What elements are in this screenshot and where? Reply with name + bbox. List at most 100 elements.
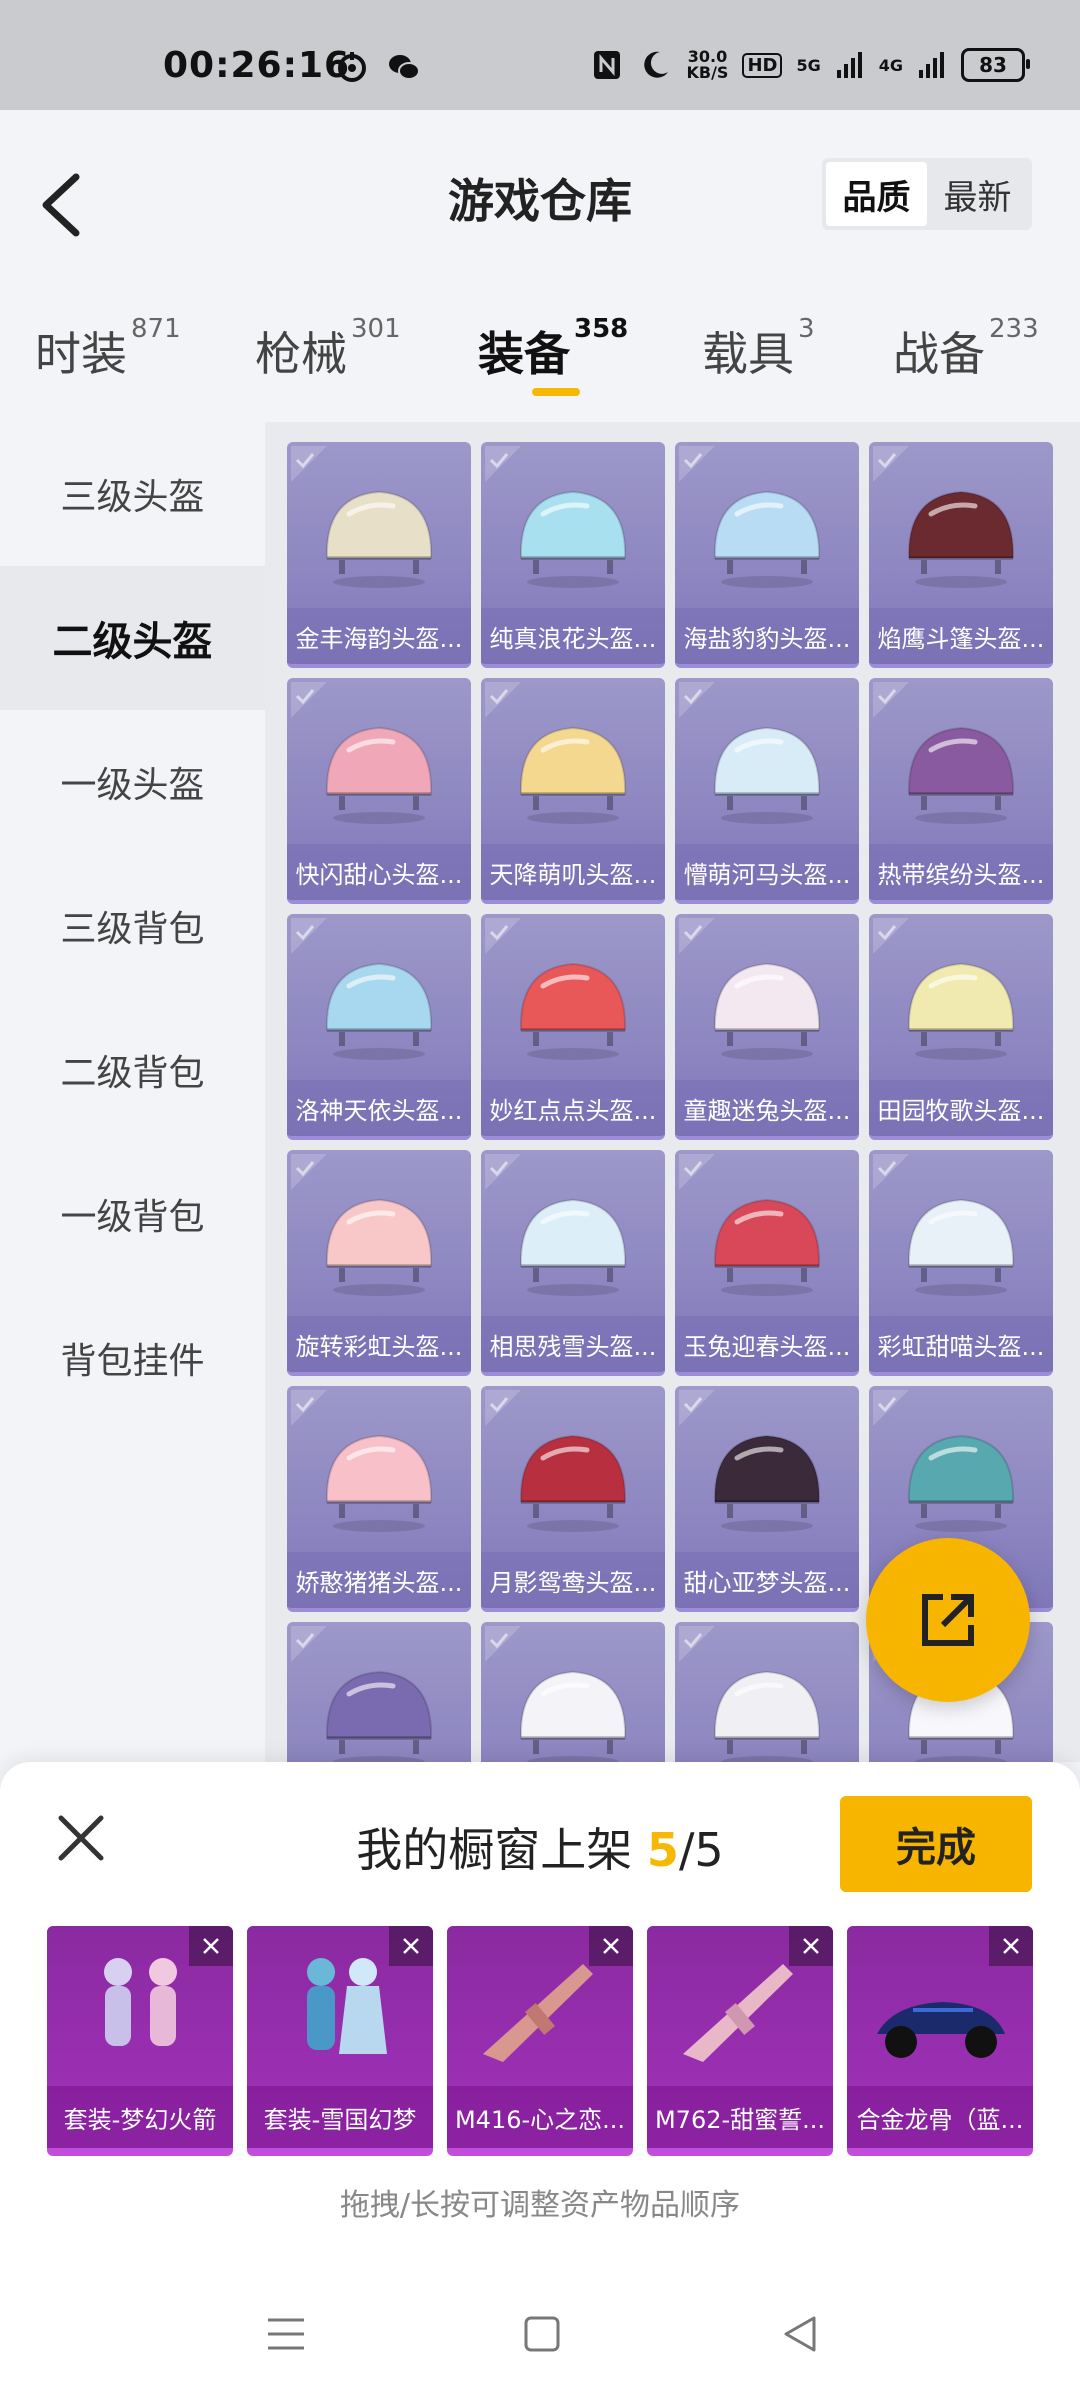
helmet-name: 纯真浪花头盔... [481, 608, 665, 664]
helmet-card[interactable]: 甜心亚梦头盔... [675, 1386, 859, 1612]
helmet-name: 妙红点点头盔... [481, 1080, 665, 1136]
remove-item-button[interactable] [389, 1926, 433, 1966]
helmet-card[interactable]: 彩虹甜喵头盔... [869, 1150, 1053, 1376]
tab-equipment[interactable]: 装备 358 [478, 314, 628, 384]
helmet-icon [325, 1198, 433, 1296]
helmet-name: 焰鹰斗篷头盔... [869, 608, 1053, 664]
helmet-card[interactable]: 海盐豹豹头盔... [675, 442, 859, 668]
showcase-total-count: /5 [678, 1823, 724, 1877]
remove-item-button[interactable] [589, 1926, 633, 1966]
helmet-card[interactable]: 田园牧歌头盔... [869, 914, 1053, 1140]
helmet-card[interactable]: 纯真浪花头盔... [481, 442, 665, 668]
share-button[interactable] [866, 1538, 1030, 1702]
showcase-item[interactable]: M762-甜蜜誓... [647, 1926, 833, 2156]
helmet-icon [519, 1434, 627, 1532]
helmet-name: 热带缤纷头盔... [869, 844, 1053, 900]
helmet-card[interactable]: 懵萌河马头盔... [675, 678, 859, 904]
helmet-icon [907, 490, 1015, 588]
page-header: 游戏仓库 品质 最新 [0, 110, 1080, 280]
reorder-hint: 拖拽/长按可调整资产物品顺序 [339, 2188, 741, 2223]
app-notification-icon [338, 52, 366, 82]
helmet-icon [519, 490, 627, 588]
showcase-item-name: 合金龙骨（蓝... [847, 2086, 1033, 2148]
helmet-card[interactable]: 童趣迷兔头盔... [675, 914, 859, 1140]
helmet-name: 天降萌叽头盔... [481, 844, 665, 900]
system-nav-bar [0, 2270, 1080, 2400]
signal-icon-2 [919, 52, 944, 78]
sidebar-item-backpack-3[interactable]: 三级背包 [0, 854, 265, 998]
helmet-icon [519, 962, 627, 1060]
network-4g-label: 4G [878, 55, 903, 75]
sidebar-item-helmet-2[interactable]: 二级头盔 [0, 566, 265, 710]
helmet-card[interactable]: 娇憨猪猪头盔... [287, 1386, 471, 1612]
helmet-icon [325, 1670, 433, 1762]
helmet-card[interactable]: 洛神天依头盔... [287, 914, 471, 1140]
showcase-item[interactable]: 合金龙骨（蓝... [847, 1926, 1033, 2156]
showcase-item[interactable]: 套装-梦幻火箭 [47, 1926, 233, 2156]
done-button[interactable]: 完成 [840, 1796, 1032, 1892]
sidebar-item-backpack-1[interactable]: 一级背包 [0, 1142, 265, 1286]
helmet-card[interactable]: 玉兔迎春头盔... [675, 1150, 859, 1376]
helmet-card[interactable]: 天降萌叽头盔... [481, 678, 665, 904]
hd-badge: HD [742, 52, 783, 78]
remove-item-button[interactable] [789, 1926, 833, 1966]
helmet-card[interactable] [287, 1622, 471, 1762]
helmet-name: 娇憨猪猪头盔... [287, 1552, 471, 1608]
showcase-item-name: 套装-雪国幻梦 [247, 2086, 433, 2148]
sidebar-item-backpack-pendant[interactable]: 背包挂件 [0, 1286, 265, 1430]
active-tab-indicator [532, 388, 580, 396]
sidebar-item-helmet-1[interactable]: 一级头盔 [0, 710, 265, 854]
helmet-icon [713, 962, 821, 1060]
helmet-icon [907, 1198, 1015, 1296]
helmet-card[interactable]: 热带缤纷头盔... [869, 678, 1053, 904]
showcase-item-name: M416-心之恋... [447, 2086, 633, 2148]
tab-vehicles[interactable]: 载具 3 [702, 314, 815, 384]
sidebar-item-backpack-2[interactable]: 二级背包 [0, 998, 265, 1142]
showcase-item-name: M762-甜蜜誓... [647, 2086, 833, 2148]
helmet-name: 旋转彩虹头盔... [287, 1316, 471, 1372]
showcase-current-count: 5 [646, 1823, 679, 1877]
helmet-card[interactable] [481, 1622, 665, 1762]
net-speed-unit: KB/S [686, 63, 729, 82]
helmet-card[interactable]: 金丰海韵头盔... [287, 442, 471, 668]
helmet-name: 玉兔迎春头盔... [675, 1316, 859, 1372]
status-bar: 00:26:16 30.0 KB/S HD 5G 4G 83 [0, 0, 1080, 110]
sort-latest-button[interactable]: 最新 [927, 162, 1028, 226]
back-triangle-icon[interactable] [776, 2310, 824, 2358]
helmet-card[interactable]: 妙红点点头盔... [481, 914, 665, 1140]
showcase-item[interactable]: M416-心之恋... [447, 1926, 633, 2156]
helmet-icon [713, 1198, 821, 1296]
battery-indicator: 83 [961, 48, 1030, 82]
menu-icon[interactable] [262, 2310, 310, 2358]
helmet-card[interactable]: 相思残雪头盔... [481, 1150, 665, 1376]
sidebar-item-helmet-3[interactable]: 三级头盔 [0, 422, 265, 566]
helmet-name: 相思残雪头盔... [481, 1316, 665, 1372]
tab-supplies[interactable]: 战备 233 [893, 314, 1039, 384]
helmet-icon [325, 726, 433, 824]
sort-toggle: 品质 最新 [822, 158, 1032, 230]
helmet-name: 甜心亚梦头盔... [675, 1552, 859, 1608]
remove-item-button[interactable] [189, 1926, 233, 1966]
helmet-icon [907, 962, 1015, 1060]
helmet-card[interactable]: 焰鹰斗篷头盔... [869, 442, 1053, 668]
moon-icon [644, 51, 669, 78]
helmet-card[interactable]: 快闪甜心头盔... [287, 678, 471, 904]
helmet-icon [325, 962, 433, 1060]
helmet-icon [907, 1434, 1015, 1532]
close-icon [403, 1938, 419, 1954]
showcase-item[interactable]: 套装-雪国幻梦 [247, 1926, 433, 2156]
helmet-card[interactable]: 旋转彩虹头盔... [287, 1150, 471, 1376]
helmet-icon [713, 490, 821, 588]
close-icon [1003, 1938, 1019, 1954]
remove-item-button[interactable] [989, 1926, 1033, 1966]
helmet-name: 海盐豹豹头盔... [675, 608, 859, 664]
signal-icon [836, 52, 862, 78]
helmet-card[interactable] [675, 1622, 859, 1762]
helmet-card[interactable]: 月影鸳鸯头盔... [481, 1386, 665, 1612]
helmet-icon [713, 1434, 821, 1532]
home-icon[interactable] [518, 2310, 566, 2358]
sort-quality-button[interactable]: 品质 [826, 162, 927, 226]
helmet-name: 彩虹甜喵头盔... [869, 1316, 1053, 1372]
tab-fashion[interactable]: 时装 871 [35, 314, 181, 384]
tab-weapons[interactable]: 枪械 301 [255, 314, 401, 384]
